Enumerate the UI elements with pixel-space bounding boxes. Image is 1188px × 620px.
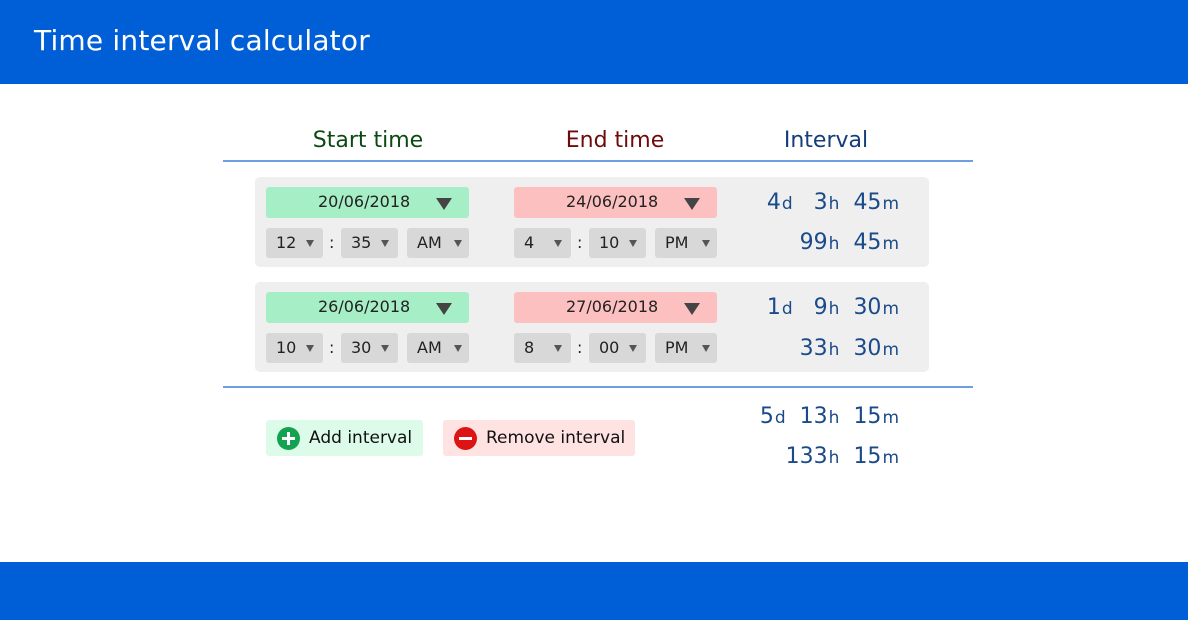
interval-total-hours: 33 xyxy=(799,336,828,361)
chevron-down-icon xyxy=(381,240,389,247)
chevron-down-icon xyxy=(554,240,562,247)
minus-circle-icon xyxy=(454,427,477,450)
end-date-value: 27/06/2018 xyxy=(566,297,659,316)
start-ampm-value: AM xyxy=(417,233,442,252)
chevron-down-icon xyxy=(454,345,462,352)
end-minute-select[interactable]: 00 xyxy=(589,333,646,363)
start-minute-select[interactable]: 35 xyxy=(341,228,398,258)
start-ampm-select[interactable]: AM xyxy=(407,228,469,258)
start-time-header: Start time xyxy=(312,128,424,153)
chevron-down-icon xyxy=(381,345,389,352)
time-colon: : xyxy=(329,233,335,252)
interval-header: Interval xyxy=(783,128,869,153)
start-minute-value: 35 xyxy=(351,233,372,252)
start-minute-value: 30 xyxy=(351,338,372,357)
chevron-down-icon xyxy=(436,303,452,315)
end-date-select[interactable]: 27/06/2018 xyxy=(514,292,717,323)
interval-minutes: 45 xyxy=(853,190,882,215)
total-minutes-sum: 15 xyxy=(853,444,882,469)
start-ampm-select[interactable]: AM xyxy=(407,333,469,363)
start-ampm-value: AM xyxy=(417,338,442,357)
remove-interval-label: Remove interval xyxy=(486,428,626,448)
end-hour-select[interactable]: 4 xyxy=(514,228,571,258)
end-ampm-select[interactable]: PM xyxy=(655,228,717,258)
start-hour-select[interactable]: 12 xyxy=(266,228,323,258)
end-hour-select[interactable]: 8 xyxy=(514,333,571,363)
chevron-down-icon xyxy=(306,345,314,352)
start-hour-value: 12 xyxy=(276,233,297,252)
end-date-select[interactable]: 24/06/2018 xyxy=(514,187,717,218)
chevron-down-icon xyxy=(702,240,710,247)
start-hour-value: 10 xyxy=(276,338,297,357)
interval-days: 1 xyxy=(766,295,781,320)
interval-hours: 9 xyxy=(813,295,828,320)
start-hour-select[interactable]: 10 xyxy=(266,333,323,363)
total-interval-hours: 133h 15m xyxy=(785,444,899,469)
end-ampm-value: PM xyxy=(665,233,689,252)
chevron-down-icon xyxy=(702,345,710,352)
interval-total-minutes: 45 xyxy=(853,230,882,255)
interval-hours: 3 xyxy=(813,190,828,215)
start-date-value: 26/06/2018 xyxy=(318,297,411,316)
interval-total-hours: 99 xyxy=(799,230,828,255)
time-colon: : xyxy=(577,338,583,357)
row-interval-hours-total: 99h 45m xyxy=(799,230,899,255)
time-colon: : xyxy=(577,233,583,252)
chevron-down-icon xyxy=(684,198,700,210)
interval-days: 4 xyxy=(766,190,781,215)
chevron-down-icon xyxy=(629,240,637,247)
header-divider xyxy=(223,160,973,162)
end-minute-select[interactable]: 10 xyxy=(589,228,646,258)
end-date-value: 24/06/2018 xyxy=(566,192,659,211)
plus-circle-icon xyxy=(277,427,300,450)
end-ampm-select[interactable]: PM xyxy=(655,333,717,363)
row-interval-breakdown: 4d 3h 45m xyxy=(766,190,899,215)
total-hours: 13 xyxy=(799,404,828,429)
app-title: Time interval calculator xyxy=(34,24,370,57)
row-interval-breakdown: 1d 9h 30m xyxy=(766,295,899,320)
end-ampm-value: PM xyxy=(665,338,689,357)
end-minute-value: 00 xyxy=(599,338,620,357)
interval-total-minutes: 30 xyxy=(853,336,882,361)
interval-minutes: 30 xyxy=(853,295,882,320)
chevron-down-icon xyxy=(629,345,637,352)
add-interval-label: Add interval xyxy=(309,428,413,448)
chevron-down-icon xyxy=(306,240,314,247)
chevron-down-icon xyxy=(454,240,462,247)
end-time-header: End time xyxy=(565,128,665,153)
end-hour-value: 4 xyxy=(524,233,535,252)
add-interval-button[interactable]: Add interval xyxy=(266,420,423,456)
app-footer xyxy=(0,562,1188,620)
start-date-value: 20/06/2018 xyxy=(318,192,411,211)
row-interval-hours-total: 33h 30m xyxy=(799,336,899,361)
total-interval-breakdown: 5d 13h 15m xyxy=(759,404,899,429)
start-date-select[interactable]: 20/06/2018 xyxy=(266,187,469,218)
end-minute-value: 10 xyxy=(599,233,620,252)
chevron-down-icon xyxy=(436,198,452,210)
total-minutes: 15 xyxy=(853,404,882,429)
total-days: 5 xyxy=(759,404,774,429)
start-date-select[interactable]: 26/06/2018 xyxy=(266,292,469,323)
totals-divider xyxy=(223,386,973,388)
app-header: Time interval calculator xyxy=(0,0,1188,84)
time-colon: : xyxy=(329,338,335,357)
total-hours-sum: 133 xyxy=(785,444,828,469)
remove-interval-button[interactable]: Remove interval xyxy=(443,420,635,456)
end-hour-value: 8 xyxy=(524,338,535,357)
start-minute-select[interactable]: 30 xyxy=(341,333,398,363)
chevron-down-icon xyxy=(684,303,700,315)
chevron-down-icon xyxy=(554,345,562,352)
